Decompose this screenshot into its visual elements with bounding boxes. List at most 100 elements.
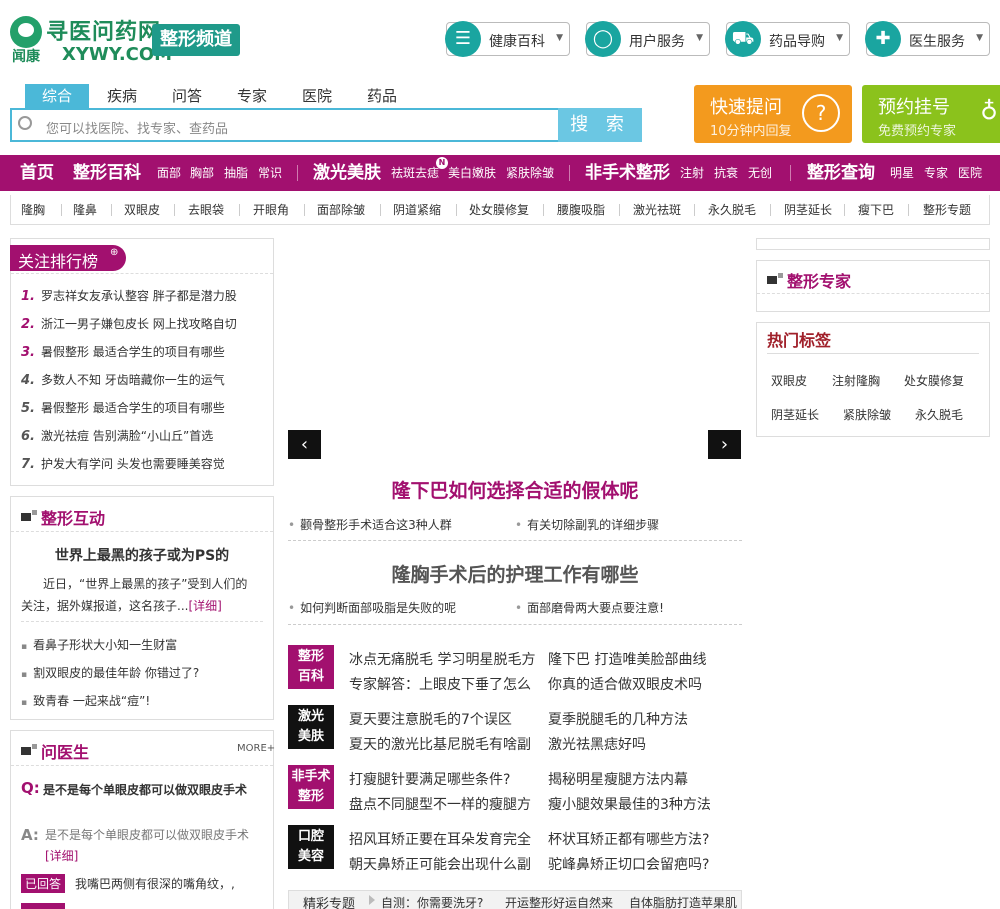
subnav-item[interactable]: 腰腹吸脂 (557, 201, 605, 218)
drug-guide-menu[interactable]: ⛟ 药品导购 ▼ (725, 21, 850, 57)
search-input[interactable]: 您可以找医院、找专家、查药品 (10, 108, 560, 142)
tag-link[interactable]: 紧肤除皱 (843, 406, 891, 423)
question-text[interactable]: 是不是每个单眼皮都可以做双眼皮手术 (43, 782, 269, 798)
nav-nonsurgical[interactable]: 非手术整形 (585, 155, 670, 191)
category-link[interactable]: 招风耳矫正要在耳朵发育完全 (349, 829, 531, 849)
subnav-item[interactable]: 开眼角 (253, 201, 289, 218)
subnav-item[interactable]: 隆胸 (21, 201, 45, 218)
category-link[interactable]: 冰点无痛脱毛 学习明星脱毛方 (349, 649, 535, 669)
subnav-item[interactable]: 去眼袋 (188, 201, 224, 218)
tag-link[interactable]: 阴茎延长 (771, 406, 819, 423)
tag-link[interactable]: 双眼皮 (771, 372, 807, 389)
subnav-item[interactable]: 阴茎延长 (784, 201, 832, 218)
category-link[interactable]: 夏季脱腿毛的几种方法 (548, 709, 688, 729)
topic-link[interactable]: 自体脂肪打造苹果肌 (629, 894, 737, 909)
subnav-item[interactable]: 激光祛斑 (633, 201, 681, 218)
headline-2[interactable]: 隆胸手术后的护理工作有哪些 (288, 560, 742, 587)
nav-whitening[interactable]: 美白嫩肤 (448, 155, 496, 191)
category-badge[interactable]: 整形 百科 (288, 645, 334, 689)
category-link[interactable]: 夏天要注意脱毛的7个误区 (349, 709, 512, 729)
slider-prev-button[interactable]: ‹ (288, 430, 321, 459)
headline-sub-link[interactable]: 面部磨骨两大要点要注意! (515, 599, 664, 616)
nav-antiaging[interactable]: 抗衰 (714, 155, 738, 191)
category-link[interactable]: 朝天鼻矫正可能会出现什么副 (349, 854, 531, 874)
health-wiki-menu[interactable]: ☰ 健康百科 ▼ (445, 21, 570, 57)
slider-next-button[interactable]: › (708, 430, 741, 459)
subnav-item[interactable]: 整形专题 (923, 201, 971, 218)
topic-link[interactable]: 自测：你需要洗牙? (381, 894, 483, 909)
category-badge[interactable]: 激光 美肤 (288, 705, 334, 749)
subnav-item[interactable]: 永久脱毛 (708, 201, 756, 218)
nav-experts[interactable]: 专家 (924, 155, 948, 191)
nav-liposuction[interactable]: 抽脂 (224, 155, 248, 191)
category-link[interactable]: 盘点不同腿型不一样的瘦腿方 (349, 794, 531, 814)
category-badge[interactable]: 口腔 美容 (288, 825, 334, 869)
nav-noninvasive[interactable]: 无创 (748, 155, 772, 191)
search-tab-qa[interactable]: 问答 (155, 84, 219, 108)
category-link[interactable]: 夏天的激光比基尼脱毛有啥副 (349, 734, 531, 754)
detail-link[interactable]: [详细] (45, 847, 78, 864)
user-service-menu[interactable]: ◯ 用户服务 ▼ (585, 21, 710, 57)
nav-plastic-wiki[interactable]: 整形百科 (73, 155, 141, 191)
tag-link[interactable]: 处女膜修复 (904, 372, 964, 389)
category-badge[interactable]: 非手术 整形 (288, 765, 334, 809)
headline-sub-link[interactable]: 颧骨整形手术适合这3种人群 (288, 516, 452, 533)
nav-face[interactable]: 面部 (157, 155, 181, 191)
tag-link[interactable]: 注射隆胸 (832, 372, 880, 389)
ranking-item[interactable]: 7. 护发大有学问 头发也需要睡美容觉 (21, 455, 225, 472)
search-tab-all[interactable]: 综合 (25, 84, 89, 108)
nav-wrinkle[interactable]: 紧肤除皱 (506, 155, 554, 191)
nav-injection[interactable]: 注射 (680, 155, 704, 191)
more-link[interactable]: MORE+ (237, 743, 275, 754)
interact-link[interactable]: 割双眼皮的最佳年龄 你错过了? (21, 664, 199, 681)
subnav-item[interactable]: 处女膜修复 (469, 201, 529, 218)
ranking-item[interactable]: 4. 多数人不知 牙齿暗藏你一生的运气 (21, 371, 225, 388)
nav-home[interactable]: 首页 (20, 155, 54, 191)
headline-sub-link[interactable]: 如何判断面部吸脂是失败的呢 (288, 599, 456, 616)
category-link[interactable]: 揭秘明星瘦腿方法内幕 (548, 769, 688, 789)
nav-laser-skin[interactable]: 激光美肤 (313, 155, 381, 191)
search-tab-disease[interactable]: 疾病 (90, 84, 154, 108)
ranking-item[interactable]: 1. 罗志祥女友承认整容 胖子都是潜力股 (21, 287, 237, 304)
subnav-item[interactable]: 瘦下巴 (858, 201, 894, 218)
subnav-item[interactable]: 隆鼻 (73, 201, 97, 218)
search-button[interactable]: 搜 索 (558, 108, 642, 142)
search-tab-hospital[interactable]: 医院 (285, 84, 349, 108)
nav-stars[interactable]: 明星 (890, 155, 914, 191)
appointment-button[interactable]: 预约挂号 免费预约专家 ♁ (862, 85, 1000, 143)
quick-ask-button[interactable]: 快速提问 10分钟内回复 ? (694, 85, 852, 143)
interact-link[interactable]: 看鼻子形状大小知一生财富 (21, 636, 177, 653)
channel-badge[interactable]: 整形频道 (152, 24, 240, 56)
doctor-service-menu[interactable]: ✚ 医生服务 ▼ (865, 21, 990, 57)
interact-headline[interactable]: 世界上最黑的孩子或为PS的 (11, 545, 273, 565)
ranking-item[interactable]: 5. 暑假整形 最适合学生的项目有哪些 (21, 399, 225, 416)
interact-link[interactable]: 致青春 一起来战“痘”! (21, 692, 150, 709)
category-link[interactable]: 隆下巴 打造唯美脸部曲线 (548, 649, 706, 669)
logo-icon[interactable] (10, 16, 42, 48)
category-link[interactable]: 驼峰鼻矫正切口会留疤吗? (548, 854, 709, 874)
headline-sub-link[interactable]: 有关切除副乳的详细步骤 (515, 516, 659, 533)
nav-knowledge[interactable]: 常识 (258, 155, 282, 191)
detail-link[interactable]: [详细] (188, 599, 221, 613)
category-link[interactable]: 打瘦腿针要满足哪些条件? (349, 769, 510, 789)
topic-link[interactable]: 开运整形好运自然来 (505, 894, 613, 909)
subnav-item[interactable]: 面部除皱 (317, 201, 365, 218)
subnav-item[interactable]: 双眼皮 (124, 201, 160, 218)
category-link[interactable]: 瘦小腿效果最佳的3种方法 (548, 794, 711, 814)
category-link[interactable]: 专家解答：上眼皮下垂了怎么 (349, 674, 531, 694)
search-tab-expert[interactable]: 专家 (220, 84, 284, 108)
category-link[interactable]: 你真的适合做双眼皮术吗 (548, 674, 702, 694)
answered-question[interactable]: 我嘴巴两侧有很深的嘴角纹，, (75, 875, 235, 892)
ranking-item[interactable]: 3. 暑假整形 最适合学生的项目有哪些 (21, 343, 225, 360)
nav-hospitals[interactable]: 医院 (958, 155, 982, 191)
nav-chest[interactable]: 胸部 (190, 155, 214, 191)
nav-lookup[interactable]: 整形查询 (807, 155, 875, 191)
headline-1[interactable]: 隆下巴如何选择合适的假体呢 (288, 476, 742, 503)
nav-freckle[interactable]: 祛斑去痣 (391, 155, 439, 191)
ranking-item[interactable]: 2. 浙江一男子嫌包皮长 网上找攻略自切 (21, 315, 237, 332)
logo-text[interactable]: 寻医问药网 (46, 14, 161, 46)
category-link[interactable]: 杯状耳矫正都有哪些方法? (548, 829, 709, 849)
ranking-item[interactable]: 6. 激光祛痘 告别满脸“小山丘”首选 (21, 427, 213, 444)
tag-link[interactable]: 永久脱毛 (915, 406, 963, 423)
search-tab-drug[interactable]: 药品 (350, 84, 414, 108)
